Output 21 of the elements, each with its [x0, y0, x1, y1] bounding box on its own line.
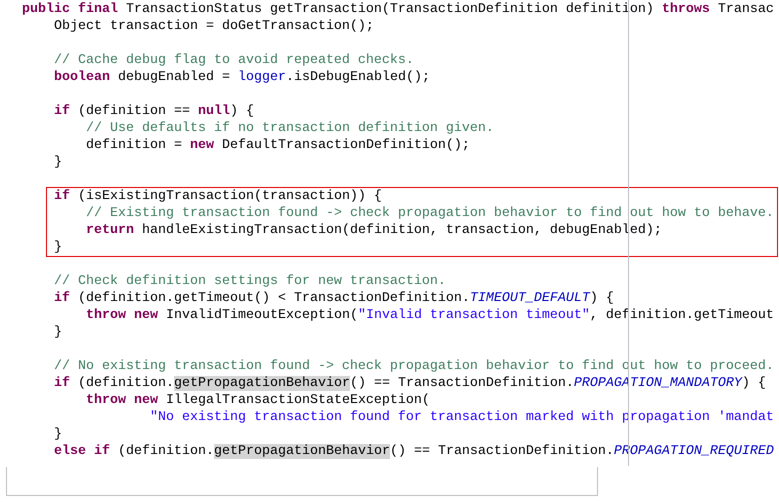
- code-line: throw new IllegalTransactionStateException(: [86, 393, 430, 408]
- code-line: if (definition.getTimeout() < TransactionDefinition.TIMEOUT_DEFAULT) {: [54, 291, 614, 306]
- code-line: Object transaction = doGetTransaction();: [54, 19, 374, 34]
- code-line: // Cache debug flag to avoid repeated checks.: [54, 53, 414, 68]
- code-line: if (definition.getPropagationBehavior() == TransactionDefinition.PROPAGATION_MANDATORY) {: [54, 376, 766, 391]
- code-line: }: [54, 155, 62, 170]
- code-line: "No existing transaction found for transaction marked with propagation 'mandat: [150, 410, 774, 425]
- code-line: public final TransactionStatus getTransaction(TransactionDefinition definition) throws Transac: [22, 2, 774, 17]
- code-line: else if (definition.getPropagationBehavior() == TransactionDefinition.PROPAGATION_REQUIRED: [54, 444, 774, 459]
- code-line: if (definition == null) {: [54, 104, 254, 119]
- code-line: if (isExistingTransaction(transaction)) {: [54, 189, 382, 204]
- code-line: definition = new DefaultTransactionDefinition();: [86, 138, 470, 153]
- code-line: return handleExistingTransaction(definition, transaction, debugEnabled);: [86, 223, 662, 238]
- code-line: // Existing transaction found -> check propagation behavior to find out how to behave.: [86, 206, 774, 221]
- code-line: throw new InvalidTimeoutException("Invalid transaction timeout", definition.getTimeout: [86, 308, 774, 323]
- code-line: // Use defaults if no transaction definition given.: [86, 121, 494, 136]
- code-line: }: [54, 427, 62, 442]
- code-line: }: [54, 325, 62, 340]
- code-line: boolean debugEnabled = logger.isDebugEnabled();: [54, 70, 430, 85]
- code-line: // Check definition settings for new transaction.: [54, 274, 446, 289]
- code-line: }: [54, 240, 62, 255]
